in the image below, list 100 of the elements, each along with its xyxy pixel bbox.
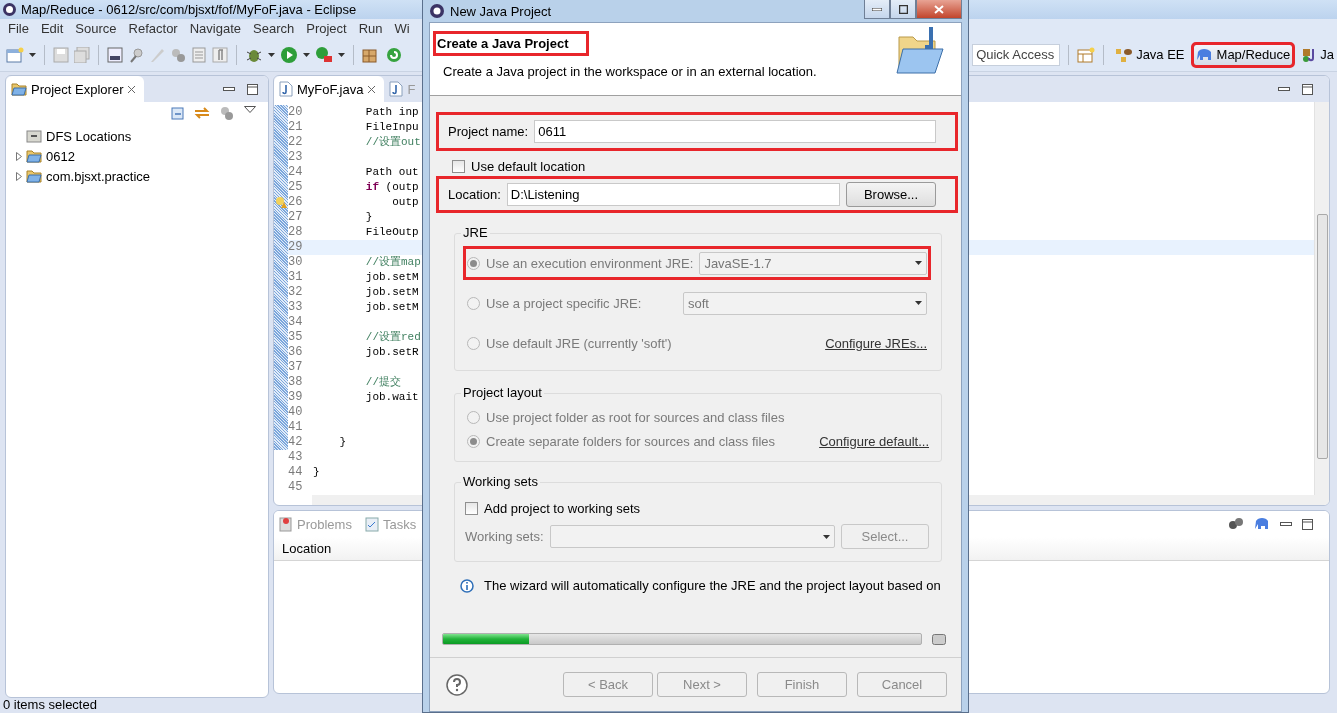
code-line: Path out [364,165,419,180]
code-line: job.wait [364,390,419,405]
minimize-icon[interactable] [1280,522,1292,526]
line-number: 36 [288,345,304,360]
menu-item[interactable]: Wi [388,21,416,36]
code-line: FileOutp [364,225,419,240]
perspective-button[interactable]: Ja [1298,43,1337,66]
line-number: 26 [288,195,304,210]
tasks-icon [364,516,379,532]
perspective-button[interactable]: Java EE [1112,43,1188,66]
line-number: 41 [288,420,304,435]
code-line: //设置map [364,255,421,270]
caret-icon[interactable] [29,52,36,57]
option-label: Use default JRE (currently 'soft') [486,335,672,351]
close-icon [934,4,944,14]
close-icon[interactable] [367,84,377,94]
code-line: } [338,435,346,450]
code-line: job.setM [364,285,419,300]
view-tab[interactable]: Project Explorer [6,76,145,102]
code-line: FileInpu [364,120,419,135]
pin-icon[interactable] [128,46,144,63]
menu-item[interactable]: Project [300,21,353,36]
line-number: 38 [288,375,304,390]
eclipse-logo-icon [2,2,17,17]
expand-icon[interactable] [16,171,22,181]
line-number: 20 [288,105,304,120]
tree-item[interactable]: DFS Locations [6,126,268,146]
option-label: Use project folder as root for sources and class files [486,410,785,425]
checkbox-label: Use default location [471,159,586,174]
editor-tab[interactable]: MyFoF.java [274,76,385,102]
menu-item[interactable]: Navigate [183,21,247,36]
elephant-icon[interactable] [1254,517,1270,531]
minimize-icon[interactable] [223,87,235,91]
option-label: Create separate folders for sources and class files [486,434,776,449]
menu-item[interactable]: Source [69,21,123,36]
code-line: //提交 [364,375,401,390]
info-text: The wizard will automatically configure the JRE and the project layout based on [484,578,941,593]
code-line: } [364,210,373,225]
menu-item[interactable]: Run [352,21,389,36]
tree-item[interactable]: com.bjsxt.practice [6,166,268,186]
folder-icon [11,82,27,96]
maximize-icon[interactable] [1302,518,1313,530]
field-label: Location: [448,187,501,202]
run-tool-icon[interactable] [315,45,333,64]
line-number: 29 [288,240,304,255]
maximize-icon[interactable] [1302,83,1313,95]
code-line: //设置out [364,135,421,150]
info-icon [460,578,474,593]
refresh-icon[interactable] [385,45,403,64]
line-number: 44 [288,465,304,480]
project-name-field[interactable]: 0611 [534,120,936,143]
line-number: 28 [288,225,304,240]
line-number: 37 [288,360,304,375]
location-field[interactable]: D:\Listening [506,183,840,206]
folder-icon [26,149,42,163]
code-line: } [312,465,320,480]
line-number: 31 [288,270,304,285]
help-icon[interactable] [446,673,468,696]
code-line: job.setM [364,300,419,315]
line-number: 22 [288,135,304,150]
paragraph-icon[interactable] [212,46,228,63]
view-menu-icon[interactable] [244,106,256,113]
caret-icon[interactable] [338,52,345,57]
vertical-scrollbar[interactable] [1314,102,1329,495]
caret-icon[interactable] [823,534,830,539]
collapse-all-icon[interactable] [170,106,184,120]
window-title: Map/Reduce - 0612/src/com/bjsxt/fof/MyFoF.java - Eclipse [21,2,357,17]
code-line: //设置red [364,330,421,345]
maximize-icon[interactable] [247,83,258,95]
browse-button[interactable]: Browse... [846,182,936,207]
field-label: Project name: [448,124,529,139]
link-arrows-icon[interactable] [194,106,210,120]
menu-item[interactable]: File [2,21,35,36]
eclipse-logo-icon [429,3,445,19]
expand-icon[interactable] [16,151,22,161]
gears-icon[interactable] [1228,517,1244,531]
run-icon[interactable] [280,45,298,64]
tree-item[interactable]: 0612 [6,146,268,166]
menu-item[interactable]: Edit [34,21,70,36]
restore-button[interactable] [890,0,916,19]
menu-item[interactable]: Search [247,21,301,36]
quick-access-field[interactable]: Quick Access [972,43,1061,66]
open-perspective-icon[interactable] [1077,46,1096,63]
option-label: Use a project specific JRE: [486,295,642,311]
minimize-icon[interactable] [1278,87,1290,91]
code-line: job.setM [364,270,419,285]
close-icon[interactable] [127,84,137,94]
checkbox[interactable] [452,160,465,173]
menu-item[interactable]: Refactor [122,21,184,36]
binary-file-icon[interactable] [107,46,123,63]
perspective-button[interactable]: Map/Reduce [1192,43,1294,66]
grid-icon[interactable] [362,46,380,63]
close-button[interactable] [916,0,962,19]
code-line: job.setR [364,345,419,360]
checkbox[interactable] [465,502,478,515]
stop-icon[interactable] [932,633,946,645]
caret-icon[interactable] [268,52,275,57]
caret-icon[interactable] [303,52,310,57]
java-file-icon [389,81,404,97]
new-file-icon[interactable] [6,46,24,63]
